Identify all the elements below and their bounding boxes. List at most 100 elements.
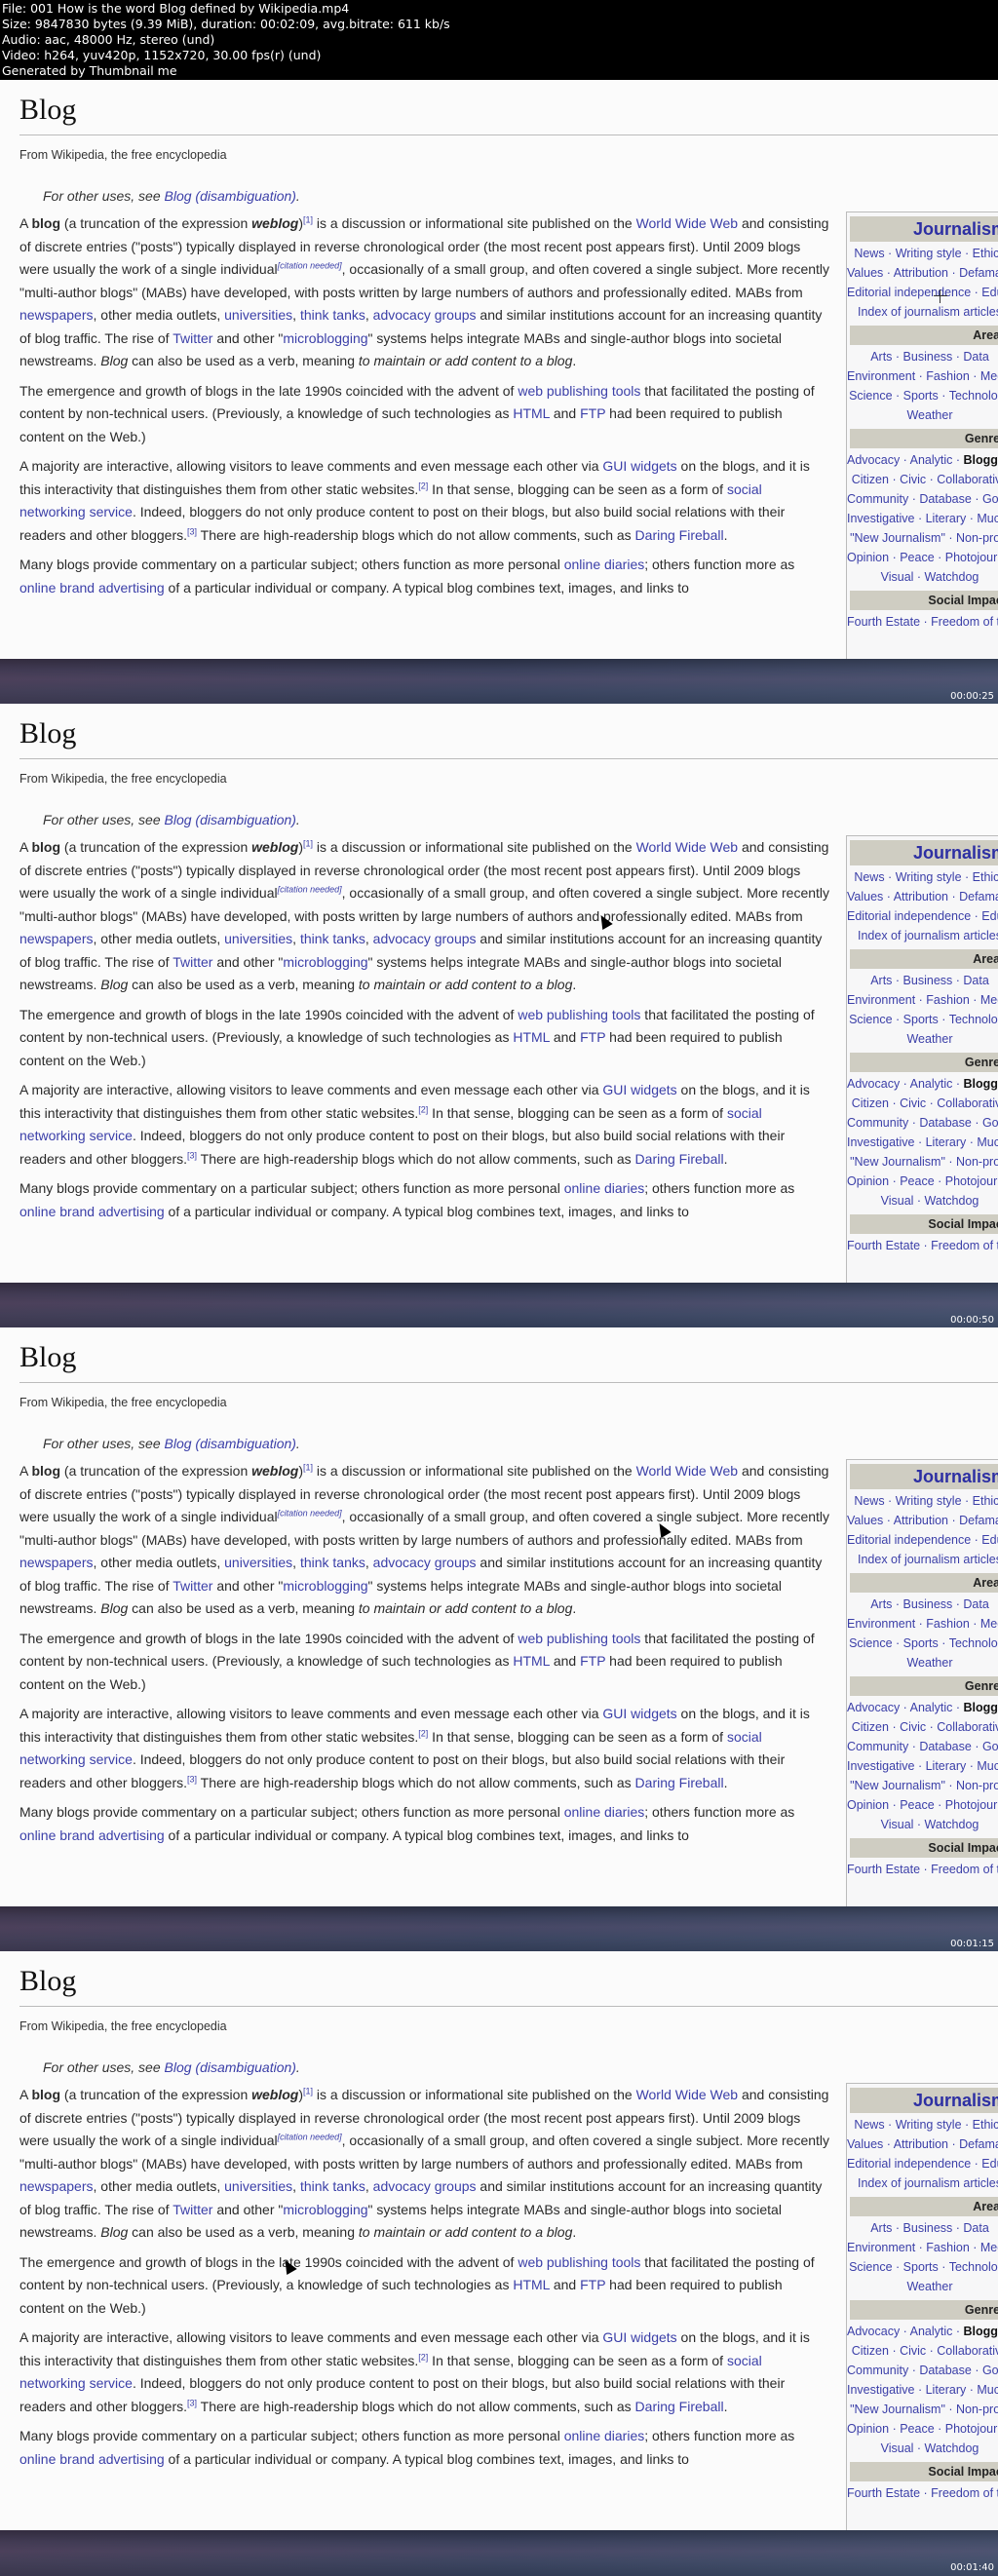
article-link[interactable]: online brand advertising <box>19 1827 165 1843</box>
infobox-link[interactable]: Non-profit <box>956 1779 998 1792</box>
infobox-link[interactable]: Citizen <box>852 473 889 486</box>
infobox-link[interactable]: Peace <box>900 1798 934 1812</box>
infobox-link[interactable]: Community <box>847 492 908 506</box>
infobox-link[interactable]: Environment <box>847 369 915 383</box>
infobox-link[interactable]: Literary <box>926 1759 967 1773</box>
article-link[interactable]: online brand advertising <box>19 2451 165 2467</box>
infobox-link[interactable]: Fashion <box>926 369 969 383</box>
article-link[interactable]: online brand advertising <box>19 580 165 596</box>
infobox-link[interactable]: Index of journalism articles <box>858 305 998 319</box>
infobox-link[interactable]: Defamation <box>959 2137 998 2151</box>
citation-ref[interactable]: [1] <box>303 214 313 224</box>
article-link[interactable]: HTML <box>513 1029 550 1045</box>
infobox-link[interactable]: Education <box>981 909 998 923</box>
infobox-link[interactable]: Investigative <box>847 2383 914 2397</box>
infobox-link[interactable]: Weather <box>906 2280 952 2293</box>
citation-needed[interactable]: [citation needed] <box>278 2132 342 2141</box>
infobox-link[interactable]: Ethics <box>973 2118 998 2132</box>
infobox-link[interactable]: Data <box>963 974 988 987</box>
article-link[interactable]: microblogging <box>283 330 367 346</box>
disambiguation-link[interactable]: Blog (disambiguation) <box>165 188 296 204</box>
article-link[interactable]: advocacy groups <box>373 1555 477 1570</box>
article-link[interactable]: microblogging <box>283 2202 367 2217</box>
infobox-link[interactable]: Fashion <box>926 1617 969 1631</box>
infobox-link[interactable]: Community <box>847 1740 908 1753</box>
infobox-link[interactable]: Non-profit <box>956 2403 998 2416</box>
article-link[interactable]: newspapers <box>19 2178 94 2194</box>
article-link[interactable]: FTP <box>580 405 605 421</box>
infobox-link[interactable]: Literary <box>926 2383 967 2397</box>
article-link[interactable]: Daring Fireball <box>635 1775 724 1790</box>
infobox-link[interactable]: Civic <box>900 2344 926 2358</box>
disambiguation-link[interactable]: Blog (disambiguation) <box>165 2059 296 2075</box>
infobox-link[interactable]: Civic <box>900 473 926 486</box>
citation-ref[interactable]: [1] <box>303 838 313 848</box>
infobox-link[interactable]: Visual <box>881 2441 914 2455</box>
infobox-link[interactable]: Ethics <box>973 1494 998 1508</box>
infobox-link[interactable]: Index of journalism articles <box>858 2176 998 2190</box>
infobox-link[interactable]: Muckraking <box>977 512 998 525</box>
infobox-link[interactable]: Values <box>847 890 883 904</box>
infobox-title-link[interactable]: Journalism <box>913 219 998 239</box>
infobox-link[interactable]: Fourth Estate <box>847 615 920 629</box>
citation-needed[interactable]: [citation needed] <box>278 1508 342 1518</box>
infobox-title-link[interactable]: Journalism <box>913 843 998 863</box>
infobox-link[interactable]: Technology <box>949 2260 998 2274</box>
citation-ref[interactable]: [3] <box>187 2398 197 2407</box>
infobox-link[interactable]: Visual <box>881 1818 914 1831</box>
infobox-link[interactable]: Gonzo <box>982 1740 998 1753</box>
infobox-link[interactable]: Advocacy <box>847 1077 900 1091</box>
infobox-link[interactable]: Weather <box>906 1656 952 1670</box>
infobox-link[interactable]: Environment <box>847 1617 915 1631</box>
infobox-link[interactable]: Weather <box>906 408 952 422</box>
infobox-link[interactable]: Data <box>963 2221 988 2235</box>
infobox-link[interactable]: Database <box>919 2364 972 2377</box>
article-link[interactable]: universities <box>224 1555 292 1570</box>
infobox-link[interactable]: Writing style <box>896 870 962 884</box>
infobox-link[interactable]: Index of journalism articles <box>858 929 998 942</box>
infobox-title[interactable]: Journalism <box>850 840 998 865</box>
infobox-link[interactable]: Civic <box>900 1096 926 1110</box>
article-link[interactable]: think tanks <box>300 931 365 946</box>
infobox-link[interactable]: Advocacy <box>847 1701 900 1714</box>
citation-ref[interactable]: [3] <box>187 1774 197 1784</box>
infobox-link[interactable]: "New Journalism" <box>850 1155 945 1169</box>
article-link[interactable]: online diaries <box>564 557 645 572</box>
article-link[interactable]: Twitter <box>173 1578 212 1594</box>
article-link[interactable]: microblogging <box>283 1578 367 1594</box>
infobox-link[interactable]: Photojournalism <box>945 551 998 564</box>
infobox-link[interactable]: Writing style <box>896 1494 962 1508</box>
infobox-link[interactable]: Attribution <box>894 266 948 280</box>
infobox-link[interactable]: Peace <box>900 551 934 564</box>
infobox-link[interactable]: Collaborative <box>937 1096 998 1110</box>
infobox-link[interactable]: Editorial independence <box>847 2157 971 2171</box>
article-link[interactable]: newspapers <box>19 307 94 323</box>
infobox-link[interactable]: Attribution <box>894 2137 948 2151</box>
infobox-link[interactable]: Defamation <box>959 266 998 280</box>
infobox-link[interactable]: Science <box>849 1013 892 1026</box>
article-link[interactable]: Daring Fireball <box>635 527 724 543</box>
infobox-link[interactable]: Environment <box>847 2241 915 2254</box>
infobox-link[interactable]: Freedom of the press <box>931 615 998 629</box>
article-link[interactable]: HTML <box>513 405 550 421</box>
infobox-link[interactable]: Business <box>903 974 953 987</box>
infobox-link[interactable]: Fashion <box>926 2241 969 2254</box>
infobox-link[interactable]: Sports <box>903 389 939 403</box>
article-link[interactable]: advocacy groups <box>373 2178 477 2194</box>
infobox-link[interactable]: Peace <box>900 2422 934 2436</box>
infobox-link[interactable]: Civic <box>900 1720 926 1734</box>
article-link[interactable]: HTML <box>513 2277 550 2292</box>
infobox-link[interactable]: Environment <box>847 993 915 1007</box>
infobox-link[interactable]: Watchdog <box>925 2441 979 2455</box>
infobox-link[interactable]: Opinion <box>847 1798 889 1812</box>
infobox-link[interactable]: Values <box>847 2137 883 2151</box>
article-link[interactable]: newspapers <box>19 931 94 946</box>
infobox-link[interactable]: Values <box>847 266 883 280</box>
infobox-link[interactable]: Attribution <box>894 1514 948 1527</box>
article-link[interactable]: think tanks <box>300 1555 365 1570</box>
article-link[interactable]: advocacy groups <box>373 931 477 946</box>
infobox-link[interactable]: Technology <box>949 389 998 403</box>
citation-ref[interactable]: [1] <box>303 2086 313 2095</box>
infobox-link[interactable]: Sports <box>903 1636 939 1650</box>
infobox-link[interactable]: Photojournalism <box>945 1174 998 1188</box>
